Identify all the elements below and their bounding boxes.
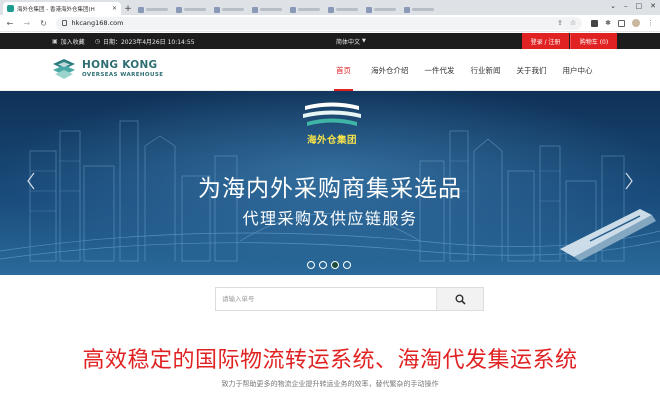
tab-title-placeholder — [412, 8, 434, 11]
tab-favicon-icon — [366, 6, 372, 13]
hero-banner: 海外仓集团 为海内外采购商集采选品 代理采购及供应链服务 — [0, 91, 660, 275]
tab-title-placeholder — [146, 8, 168, 11]
nav-item-0[interactable]: 首页 — [334, 49, 353, 91]
reload-icon[interactable]: ↻ — [40, 19, 48, 28]
slide-dot-4[interactable] — [343, 261, 351, 269]
browser-tab-active[interactable]: 海外仓集团 - 香港海外仓集团(H ✕ — [3, 2, 121, 15]
tab-title-placeholder — [336, 8, 358, 11]
nav-item-1[interactable]: 海外仓介绍 — [371, 49, 409, 91]
cart-button[interactable]: 购物车 (0) — [570, 33, 617, 49]
browser-tab-inactive[interactable] — [211, 4, 247, 15]
logo-sub-text: OVERSEAS WAREHOUSE — [82, 71, 164, 78]
nav-item-2[interactable]: 一件代发 — [425, 49, 455, 91]
chevron-down-icon: ▼ — [362, 38, 366, 44]
forward-icon[interactable]: → — [23, 19, 31, 28]
tab-favicon-icon — [138, 6, 144, 13]
hero-logo-text: 海外仓集团 — [306, 135, 357, 146]
url-text: hkcang168.com — [71, 19, 124, 27]
tab-favicon-icon — [214, 6, 220, 13]
minimize-icon[interactable]: – — [624, 2, 628, 10]
browser-tab-inactive[interactable] — [249, 4, 285, 15]
language-label: 简体中文 — [336, 38, 361, 46]
search-icon — [455, 294, 466, 305]
nav-item-5[interactable]: 用户中心 — [563, 49, 593, 91]
maximize-icon[interactable]: □ — [636, 2, 643, 10]
tab-close-icon[interactable]: ✕ — [112, 5, 117, 12]
browser-tab-strip: 海外仓集团 - 香港海外仓集团(H ✕ + ⌄ – □ ✕ — [0, 0, 660, 15]
bookmark-link[interactable]: ▣ 加入收藏 — [52, 37, 85, 46]
tab-favicon-icon — [328, 6, 334, 13]
close-window-icon[interactable]: ✕ — [650, 2, 656, 10]
window-controls: ⌄ – □ ✕ — [610, 2, 656, 10]
section-subtitle: 致力于帮助更多的物流企业提升转运业务的效率，替代繁杂的手动操作 — [221, 380, 439, 388]
tab-title-placeholder — [184, 8, 206, 11]
hero-brand-logo: 海外仓集团 — [298, 101, 366, 146]
browser-tab-inactive[interactable] — [135, 4, 171, 15]
menu-icon[interactable]: ⋮ — [647, 19, 654, 27]
bookmark-label: 加入收藏 — [60, 38, 85, 46]
tab-favicon-icon — [176, 6, 182, 13]
login-register-button[interactable]: 登录 / 注册 — [522, 33, 569, 49]
hero-title: 为海内外采购商集采选品 — [198, 176, 462, 202]
extension-icon[interactable] — [591, 19, 599, 27]
tracking-number-input[interactable] — [216, 288, 436, 310]
logo-mark-icon — [53, 59, 75, 79]
site-favicon-icon — [7, 5, 14, 12]
address-bar[interactable]: hkcang168.com ⇪ ☆ — [56, 16, 583, 30]
new-tab-button[interactable]: + — [123, 3, 133, 15]
slide-dot-1[interactable] — [307, 261, 315, 269]
site-topbar: ▣ 加入收藏 ◷ 日期：2023年4月26日 10:14:55 简体中文 ▼ 登… — [0, 33, 660, 49]
site-header: HONG KONG OVERSEAS WAREHOUSE 首页 海外仓介绍 一件代发… — [0, 49, 660, 91]
logo-main-text: HONG KONG — [82, 58, 158, 71]
tab-favicon-icon — [290, 6, 296, 13]
nav-item-3[interactable]: 行业新闻 — [471, 49, 501, 91]
tracking-search — [215, 287, 484, 311]
browser-tab-inactive[interactable] — [173, 4, 209, 15]
main-nav: 首页 海外仓介绍 一件代发 行业新闻 关于我们 用户中心 — [334, 49, 593, 91]
tab-title-placeholder — [222, 8, 244, 11]
slide-dot-3[interactable] — [331, 261, 339, 269]
hero-logo-mark-icon — [303, 102, 361, 126]
date-display: ◷ 日期：2023年4月26日 10:14:55 — [95, 37, 195, 46]
tab-favicon-icon — [252, 6, 258, 13]
browser-tab-inactive[interactable] — [363, 4, 399, 15]
tab-title-placeholder — [298, 8, 320, 11]
back-icon[interactable]: ← — [6, 19, 14, 28]
browser-tab-inactive[interactable] — [287, 4, 323, 15]
bookmark-star-icon[interactable]: ☆ — [570, 19, 576, 27]
site-logo[interactable]: HONG KONG OVERSEAS WAREHOUSE — [52, 58, 163, 80]
language-selector[interactable]: 简体中文 ▼ — [336, 37, 366, 46]
tab-title-placeholder — [260, 8, 282, 11]
lock-icon[interactable] — [62, 20, 68, 26]
hero-subtitle: 代理采购及供应链服务 — [242, 209, 418, 228]
bookmark-icon: ▣ — [52, 37, 58, 45]
tab-title-placeholder — [374, 8, 396, 11]
browser-tab-inactive[interactable] — [401, 4, 437, 15]
slide-pagination — [307, 261, 351, 269]
puzzle-icon[interactable]: ✱ — [605, 19, 611, 27]
sidebar-icon[interactable] — [618, 19, 625, 27]
nav-item-4[interactable]: 关于我们 — [517, 49, 547, 91]
tab-favicon-icon — [404, 6, 410, 13]
share-icon[interactable]: ⇪ — [557, 19, 563, 27]
tab-title: 海外仓集团 - 香港海外仓集团(H — [17, 6, 95, 13]
browser-toolbar: ← → ↻ hkcang168.com ⇪ ☆ ✱ ⋮ — [0, 15, 660, 32]
browser-tab-inactive[interactable] — [325, 4, 361, 15]
search-button[interactable] — [436, 288, 483, 310]
section-title: 高效稳定的国际物流转运系统、海淘代发集运系统 — [82, 348, 578, 373]
tab-search-icon[interactable]: ⌄ — [610, 2, 616, 10]
profile-avatar-icon[interactable] — [632, 19, 640, 27]
date-text: 日期：2023年4月26日 10:14:55 — [102, 38, 195, 46]
clock-icon: ◷ — [94, 37, 100, 45]
slide-dot-2[interactable] — [319, 261, 327, 269]
